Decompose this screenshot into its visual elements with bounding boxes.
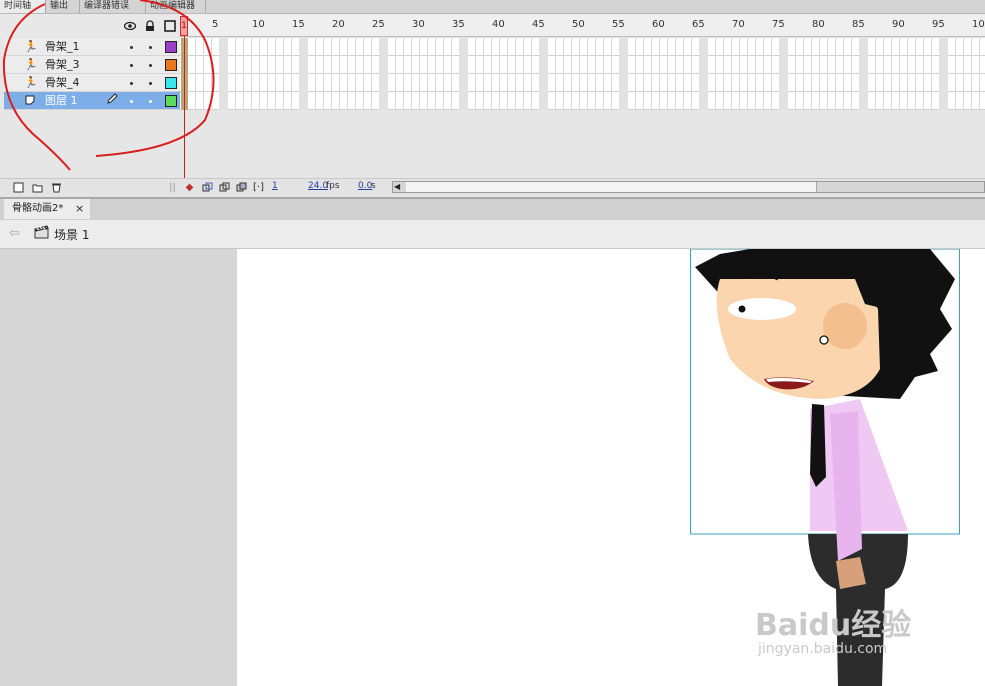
layer-row[interactable]: 🏃 骨架_3 bbox=[4, 56, 180, 74]
layer-color-swatch[interactable] bbox=[165, 77, 177, 89]
new-folder-icon[interactable] bbox=[32, 182, 43, 193]
frame-number: 60 bbox=[652, 19, 665, 30]
scroll-thumb[interactable] bbox=[406, 182, 817, 192]
visibility-dot[interactable] bbox=[130, 46, 133, 49]
frame-number: 55 bbox=[612, 19, 625, 30]
frame-number: 65 bbox=[692, 19, 705, 30]
trash-icon[interactable] bbox=[51, 182, 62, 193]
frame-number: 5 bbox=[212, 19, 219, 30]
frame-number: 25 bbox=[372, 19, 385, 30]
current-frame[interactable]: 1 bbox=[272, 181, 278, 191]
playhead[interactable]: 1 bbox=[180, 16, 188, 36]
frame-number: 10 bbox=[972, 19, 985, 30]
frame-number: 80 bbox=[812, 19, 825, 30]
layer-name[interactable]: 骨架_3 bbox=[45, 58, 80, 72]
layer-row[interactable]: 🏃 骨架_4 bbox=[4, 74, 180, 92]
pencil-icon bbox=[106, 93, 118, 108]
document-tab-bar bbox=[0, 197, 985, 221]
frame-number: 15 bbox=[292, 19, 305, 30]
center-frame-icon[interactable]: ◆ bbox=[184, 182, 195, 193]
frame-number: 45 bbox=[532, 19, 545, 30]
scroll-left-icon[interactable]: ◀ bbox=[394, 182, 400, 191]
layer-name[interactable]: 图层 1 bbox=[45, 94, 78, 108]
layer-name[interactable]: 骨架_4 bbox=[45, 76, 80, 90]
edit-multiple-frames-icon[interactable] bbox=[236, 182, 247, 193]
tab-motion-editor[interactable]: 动画编辑器 bbox=[146, 0, 206, 13]
watermark-url: jingyan.baidu.com bbox=[758, 641, 888, 657]
layer-name[interactable]: 骨架_1 bbox=[45, 40, 80, 54]
frame-number: 40 bbox=[492, 19, 505, 30]
armature-icon: 🏃 bbox=[24, 76, 38, 89]
layer-icon bbox=[24, 94, 38, 108]
armature-icon: 🏃 bbox=[24, 58, 38, 71]
tab-compiler-errors[interactable]: 编译器错误 bbox=[80, 0, 146, 13]
watermark-text: Baidu经验 bbox=[755, 608, 912, 643]
layer-row-selected[interactable]: 图层 1 bbox=[4, 92, 180, 110]
layer-color-swatch[interactable] bbox=[165, 41, 177, 53]
panel-grip-icon[interactable]: || bbox=[167, 182, 178, 193]
eye-icon[interactable] bbox=[123, 20, 137, 32]
onion-outline-icon[interactable] bbox=[219, 182, 230, 193]
frame-number: 95 bbox=[932, 19, 945, 30]
frame-number: 10 bbox=[252, 19, 265, 30]
layer-color-swatch[interactable] bbox=[165, 59, 177, 71]
pasteboard bbox=[0, 249, 237, 686]
tab-timeline[interactable]: 时间轴 bbox=[0, 0, 46, 13]
visibility-dot[interactable] bbox=[130, 64, 133, 67]
scene-label[interactable]: 场景 1 bbox=[54, 226, 89, 243]
outline-icon[interactable] bbox=[164, 20, 176, 32]
frame-number: 30 bbox=[412, 19, 425, 30]
armature-icon: 🏃 bbox=[24, 40, 38, 53]
close-icon[interactable]: × bbox=[75, 199, 84, 219]
panel-tab-bar: 时间轴 输出 编译器错误 动画编辑器 bbox=[0, 0, 985, 14]
visibility-dot[interactable] bbox=[130, 100, 133, 103]
lock-dot[interactable] bbox=[149, 100, 152, 103]
modify-markers-icon[interactable]: [·] bbox=[253, 182, 264, 193]
tab-output[interactable]: 输出 bbox=[46, 0, 80, 13]
onion-skin-icon[interactable] bbox=[202, 182, 213, 193]
new-layer-icon[interactable] bbox=[13, 182, 24, 193]
fps-unit: fps bbox=[326, 181, 340, 191]
frame-number: 50 bbox=[572, 19, 585, 30]
lock-dot[interactable] bbox=[149, 64, 152, 67]
back-arrow-icon[interactable]: ⇦ bbox=[9, 226, 20, 241]
frame-number: 75 bbox=[772, 19, 785, 30]
visibility-dot[interactable] bbox=[130, 82, 133, 85]
frame-number: 35 bbox=[452, 19, 465, 30]
frame-number: 70 bbox=[732, 19, 745, 30]
playhead-line bbox=[184, 36, 185, 196]
edit-bar bbox=[0, 220, 985, 249]
clapperboard-icon bbox=[34, 224, 49, 239]
layer-color-swatch[interactable] bbox=[165, 95, 177, 107]
lock-dot[interactable] bbox=[149, 46, 152, 49]
time-unit: s bbox=[371, 181, 376, 191]
frame-number: 90 bbox=[892, 19, 905, 30]
frame-number: 20 bbox=[332, 19, 345, 30]
layer-row[interactable]: 🏃 骨架_1 bbox=[4, 38, 180, 56]
frame-grid[interactable] bbox=[180, 38, 985, 110]
frame-number: 85 bbox=[852, 19, 865, 30]
lock-dot[interactable] bbox=[149, 82, 152, 85]
lock-icon[interactable] bbox=[144, 20, 156, 32]
